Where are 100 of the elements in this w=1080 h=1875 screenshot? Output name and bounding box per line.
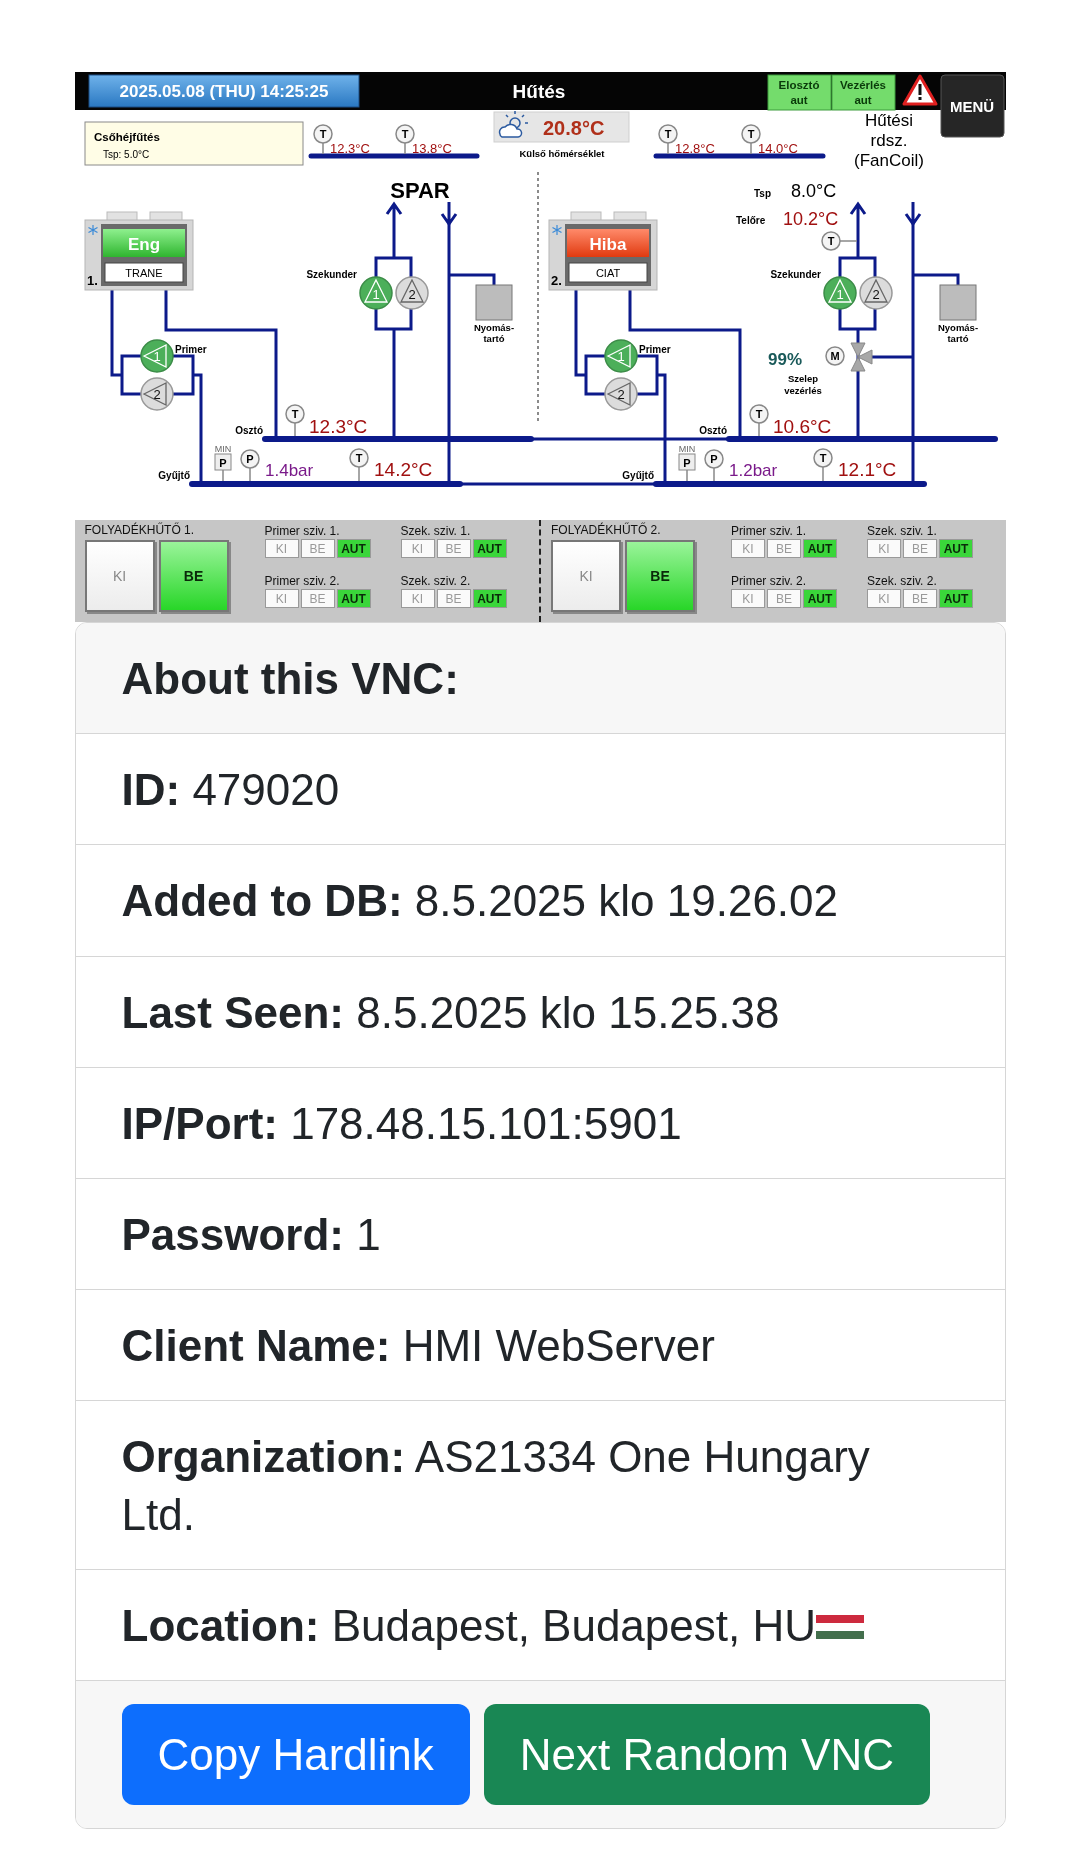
info-text: Password: 1	[121, 1208, 381, 1261]
mode-option[interactable]: KI	[264, 539, 299, 558]
mode-option[interactable]: KI	[867, 589, 901, 608]
pressure-sensor: P	[239, 449, 260, 482]
pump-group-label: Primer	[174, 344, 207, 355]
temperature-reading: 10.6°C	[772, 416, 831, 437]
mode-option[interactable]: AUT	[336, 539, 371, 558]
min-label: MIN	[214, 444, 231, 454]
header-label: Gyűjtő	[621, 470, 654, 481]
info-text: Location: Budapest, Budapest, HU	[121, 1599, 816, 1652]
pump-icon: 1	[358, 276, 393, 310]
pump-icon: 2	[603, 377, 638, 411]
selector-label: Primer sziv. 2.	[264, 574, 341, 588]
selector-label: Primer sziv. 1.	[264, 524, 341, 538]
menu-button[interactable]: MENÜ	[940, 74, 1004, 138]
info-text: Added to DB: 8.5.2025 klo 19.26.02	[121, 875, 839, 928]
pressure-sensor: P	[214, 453, 231, 482]
selector-label: Szek. sziv. 2.	[867, 574, 938, 588]
snowflake-icon	[551, 224, 562, 236]
mode-option[interactable]: AUT	[472, 539, 507, 558]
mode-button[interactable]: Elosztó aut	[767, 74, 831, 111]
mode-option[interactable]: BE	[300, 589, 335, 608]
switch-button[interactable]: KI	[551, 540, 621, 612]
temperature-sensor: T	[284, 404, 305, 437]
pump-icon: 1	[822, 276, 857, 310]
snowflake-icon	[87, 224, 98, 236]
header-label: Osztó	[234, 425, 263, 436]
pump-icon: 1	[603, 339, 638, 373]
mode-option[interactable]: BE	[300, 539, 335, 558]
mode-option[interactable]: KI	[400, 539, 435, 558]
down-arrow	[440, 200, 457, 227]
action-button[interactable]: Copy Hardlink	[121, 1703, 470, 1806]
pump-icon: 2	[858, 276, 893, 310]
tank-label: tartó	[946, 333, 969, 344]
info-title: Csőhéjfűtés	[93, 131, 160, 143]
pump-icon: 2	[394, 276, 429, 310]
mode-option[interactable]: AUT	[803, 589, 837, 608]
temperature-reading: 14.2°C	[373, 459, 432, 480]
temperature-reading: 10.2°C	[782, 209, 838, 229]
mode-option[interactable]: BE	[903, 589, 937, 608]
switch-button[interactable]: KI	[84, 540, 155, 612]
mode-option[interactable]: AUT	[803, 539, 837, 558]
pressure-sensor: P	[678, 453, 695, 482]
temperature-sensor: T	[748, 404, 769, 437]
mode-option[interactable]: AUT	[939, 539, 973, 558]
action-button[interactable]: Next Random VNC	[483, 1703, 930, 1806]
mode-option[interactable]: KI	[400, 589, 435, 608]
info-text: Organization: AS21334 One Hungary Ltd.	[121, 1431, 871, 1541]
screen-title: Hűtés	[512, 81, 565, 102]
outdoor-temperature: 20.8°C	[542, 117, 604, 139]
mode-option[interactable]: AUT	[472, 589, 507, 608]
header-label: Gyűjtő	[157, 470, 190, 481]
selector-label: Szek. sziv. 2.	[400, 574, 472, 588]
valve-motor: M	[824, 346, 845, 366]
mode-option[interactable]: BE	[767, 589, 801, 608]
mode-button[interactable]: Vezérlés aut	[831, 74, 895, 111]
mode-option[interactable]: AUT	[939, 589, 973, 608]
pressure-sensor: P	[703, 449, 724, 482]
flow-label: Telőre	[735, 215, 765, 226]
mode-option[interactable]: BE	[903, 539, 937, 558]
valve-icon	[850, 342, 872, 372]
outdoor-label: Külső hőmérséklet	[519, 148, 604, 159]
expansion-tank	[475, 284, 512, 321]
mode-option[interactable]: KI	[731, 589, 765, 608]
mode-option[interactable]: BE	[767, 539, 801, 558]
temperature-sensor: T	[820, 231, 858, 251]
min-label: MIN	[678, 444, 695, 454]
panel-title: FOLYADÉKHŰTŐ 1.	[84, 523, 196, 537]
tank-label: Nyomás-	[473, 322, 514, 333]
temperature-reading: 12.3°C	[308, 416, 367, 437]
expansion-tank	[939, 284, 976, 321]
header-label: Osztó	[698, 425, 727, 436]
mode-option[interactable]: KI	[264, 589, 299, 608]
temperature-reading: 12.1°C	[837, 459, 896, 480]
valve-opening: 99%	[767, 350, 802, 369]
pump-group-label: Szekunder	[769, 269, 821, 280]
info-text: Client Name: HMI WebServer	[121, 1320, 715, 1373]
pump-group-label: Primer	[638, 344, 671, 355]
selector-label: Primer sziv. 1.	[731, 524, 808, 538]
switch-button[interactable]: BE	[625, 540, 695, 612]
info-text: ID: 479020	[121, 764, 340, 817]
load-label: rdsz.	[870, 131, 907, 150]
panel-title: FOLYADÉKHŰTŐ 2.	[551, 523, 662, 537]
date-time: 2025.05.08 (THU) 14:25:25	[88, 74, 359, 108]
info-text: Last Seen: 8.5.2025 klo 15.25.38	[121, 986, 780, 1039]
switch-button[interactable]: BE	[158, 540, 229, 612]
mode-option[interactable]: AUT	[336, 589, 371, 608]
selector-label: Primer sziv. 2.	[731, 574, 808, 588]
warning-icon[interactable]	[902, 74, 937, 106]
chiller-status: Hiba	[566, 229, 649, 257]
mode-option[interactable]: BE	[436, 539, 471, 558]
chiller-number: 2.	[550, 273, 562, 288]
card-title: About this VNC:	[121, 654, 459, 703]
mode-option[interactable]: KI	[731, 539, 765, 558]
info-text: IP/Port: 178.48.15.101:5901	[121, 1097, 682, 1150]
setpoint-value: 8.0°C	[790, 181, 836, 201]
mode-option[interactable]: KI	[867, 539, 901, 558]
load-label: Hűtési	[864, 111, 913, 130]
cloud-sun-icon	[498, 110, 529, 138]
mode-option[interactable]: BE	[436, 589, 471, 608]
